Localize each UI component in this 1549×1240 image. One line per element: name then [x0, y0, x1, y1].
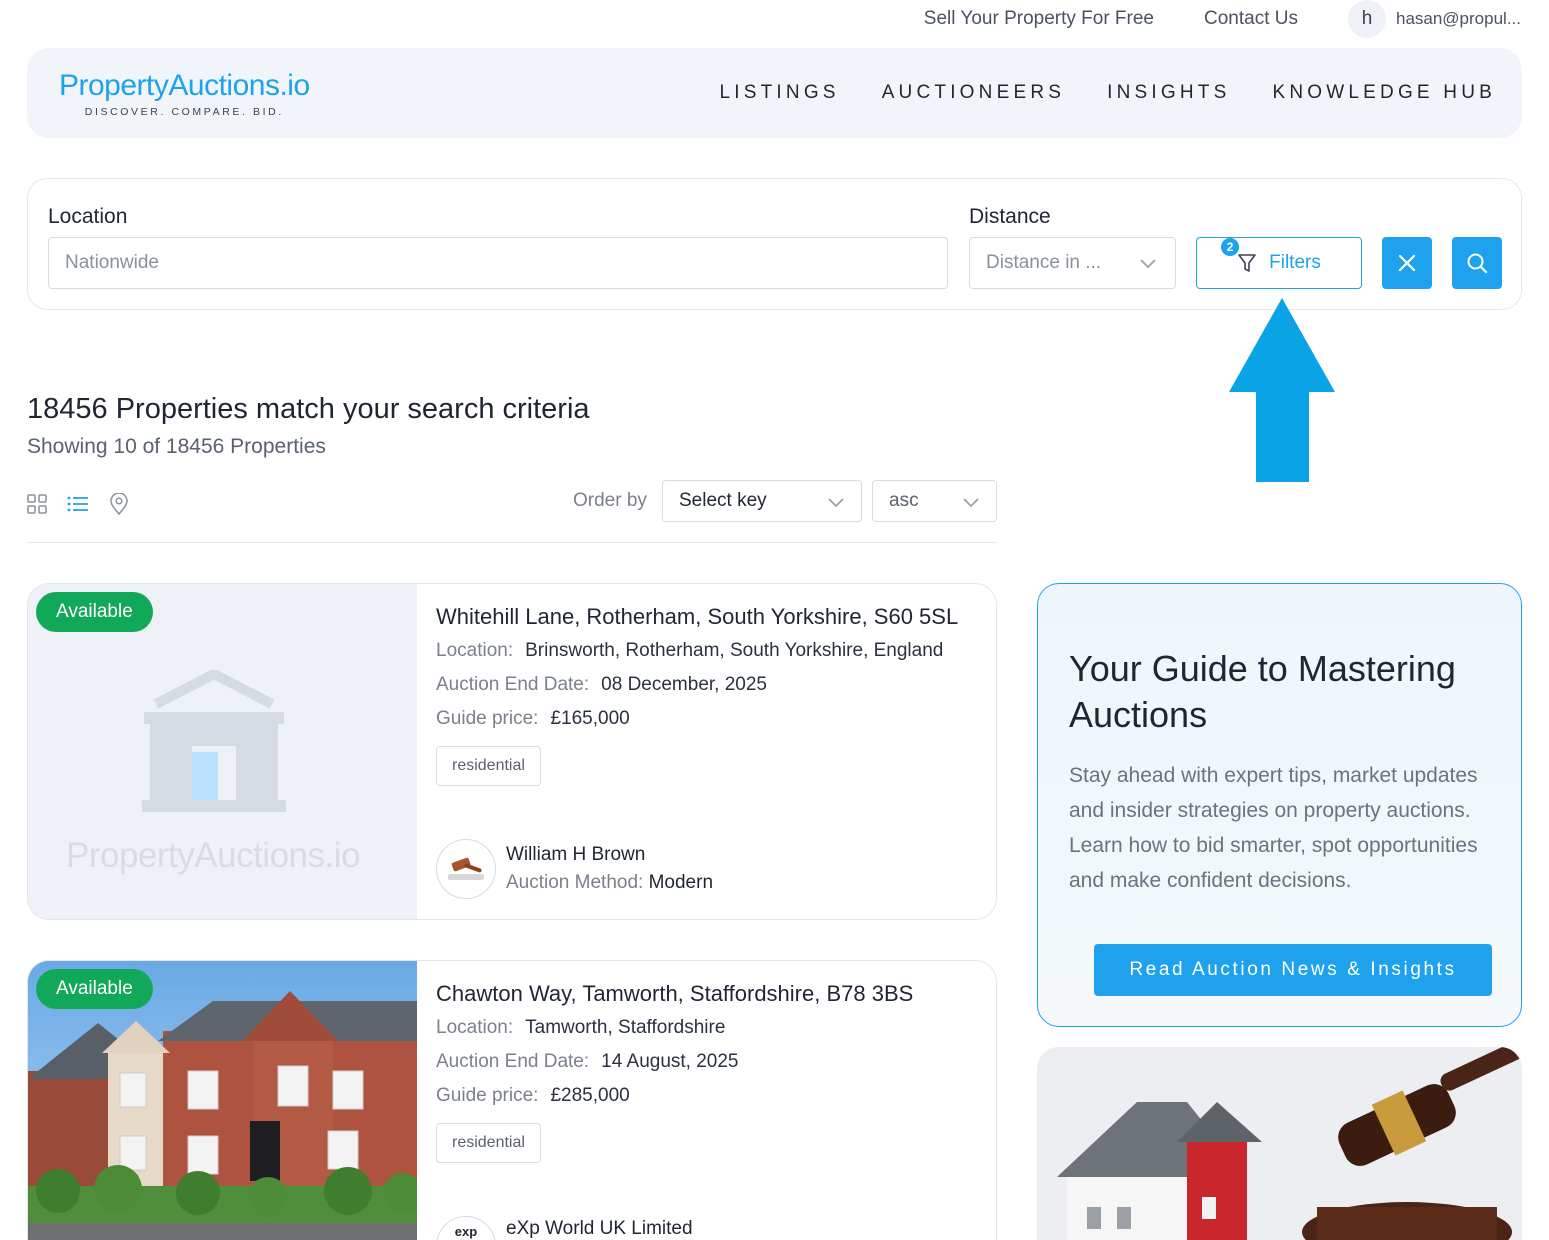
auctioneer-logo — [436, 839, 496, 899]
filters-button[interactable]: 2 Filters — [1196, 237, 1362, 289]
read-insights-button[interactable]: Read Auction News & Insights — [1094, 944, 1492, 996]
order-key-value: Select key — [679, 490, 767, 511]
main-nav: LISTINGS AUCTIONEERS INSIGHTS KNOWLEDGE … — [720, 82, 1497, 104]
filters-label: Filters — [1269, 252, 1321, 273]
map-view-icon[interactable] — [109, 493, 129, 515]
auctioneer-info[interactable]: exp eXp World UK Limited — [436, 1216, 693, 1240]
filter-icon: 2 — [1221, 238, 1257, 274]
grid-view-icon[interactable] — [27, 494, 47, 514]
location-input[interactable]: Nationwide — [48, 237, 948, 289]
order-direction-value: asc — [889, 490, 919, 511]
close-icon — [1398, 254, 1416, 272]
list-view-icon[interactable] — [67, 494, 89, 514]
divider — [27, 542, 997, 543]
order-direction-select[interactable]: asc — [872, 480, 997, 522]
results-title: 18456 Properties match your search crite… — [27, 393, 590, 425]
filters-count-badge: 2 — [1221, 238, 1240, 256]
guide-body: Stay ahead with expert tips, market upda… — [1069, 764, 1478, 892]
nav-listings[interactable]: LISTINGS — [720, 82, 840, 104]
listing-guide-price: Guide price: £285,000 — [436, 1085, 630, 1106]
location-label: Location — [48, 205, 128, 228]
site-logo[interactable]: PropertyAuctions.io DISCOVER. COMPARE. B… — [59, 69, 310, 118]
status-badge: Available — [36, 969, 153, 1009]
user-menu[interactable]: h hasan@propul... — [1347, 0, 1521, 38]
auctioneer-name: William H Brown — [506, 844, 646, 865]
listing-card[interactable]: Available Chawton Way, Tamworth, Staffor… — [27, 960, 997, 1240]
status-badge: Available — [36, 592, 153, 632]
user-email[interactable]: hasan@propul... — [1396, 9, 1521, 29]
listing-photo[interactable]: Available — [28, 961, 417, 1240]
listing-title[interactable]: Whitehill Lane, Rotherham, South Yorkshi… — [436, 604, 976, 630]
top-utility-bar: Sell Your Property For Free Contact Us h… — [924, 0, 1521, 38]
logo-text: PropertyAuctions.io — [59, 68, 310, 102]
sell-property-link[interactable]: Sell Your Property For Free — [924, 8, 1154, 30]
nav-insights[interactable]: INSIGHTS — [1107, 82, 1230, 104]
guide-title: Your Guide to Mastering Auctions — [1069, 648, 1456, 735]
nav-auctioneers[interactable]: AUCTIONEERS — [882, 82, 1065, 104]
listing-location: Location: Brinsworth, Rotherham, South Yo… — [436, 640, 944, 661]
location-placeholder: Nationwide — [65, 252, 159, 273]
gavel-icon — [448, 857, 484, 880]
listing-card[interactable]: PropertyAuctions.io Available Whitehill … — [27, 583, 997, 920]
order-key-select[interactable]: Select key — [662, 480, 862, 522]
auctioneer-logo: exp — [436, 1216, 496, 1240]
chevron-down-icon — [963, 498, 979, 508]
listing-info: Chawton Way, Tamworth, Staffordshire, B7… — [436, 981, 976, 1163]
search-button[interactable] — [1452, 237, 1502, 289]
distance-select[interactable]: Distance in ... — [969, 237, 1176, 289]
avatar[interactable]: h — [1347, 0, 1386, 38]
search-panel: Location Nationwide Distance Distance in… — [27, 178, 1522, 310]
property-type-tag: residential — [436, 746, 541, 786]
logo-tagline: DISCOVER. COMPARE. BID. — [84, 105, 284, 118]
results-subtitle: Showing 10 of 18456 Properties — [27, 435, 326, 458]
chevron-down-icon — [828, 498, 844, 508]
auctioneer-name: eXp World UK Limited — [506, 1218, 693, 1239]
gavel-house-promo-image[interactable] — [1037, 1047, 1522, 1240]
placeholder-watermark: PropertyAuctions.io — [66, 836, 360, 875]
listing-title[interactable]: Chawton Way, Tamworth, Staffordshire, B7… — [436, 981, 976, 1007]
house-gavel-image — [1037, 1047, 1522, 1240]
contact-us-link[interactable]: Contact Us — [1204, 8, 1298, 30]
search-icon — [1467, 253, 1488, 274]
site-header: PropertyAuctions.io DISCOVER. COMPARE. B… — [27, 48, 1522, 138]
chevron-down-icon — [1140, 259, 1156, 269]
nav-knowledge-hub[interactable]: KNOWLEDGE HUB — [1272, 82, 1496, 104]
auctioneer-info[interactable]: William H Brown Auction Method: Modern — [436, 839, 713, 899]
listing-info: Whitehill Lane, Rotherham, South Yorkshi… — [436, 604, 976, 786]
listing-placeholder-image[interactable]: PropertyAuctions.io Available — [28, 584, 417, 919]
building-placeholder-icon — [142, 670, 286, 812]
listing-end-date: Auction End Date: 14 August, 2025 — [436, 1051, 739, 1072]
annotation-arrow-up-icon — [1229, 298, 1335, 482]
clear-search-button[interactable] — [1382, 237, 1432, 289]
distance-placeholder: Distance in ... — [986, 252, 1102, 273]
auction-method: Auction Method: Modern — [506, 872, 714, 893]
view-toggle — [27, 493, 129, 515]
auctioneer-logo-text: exp — [454, 1223, 478, 1239]
listing-guide-price: Guide price: £165,000 — [436, 708, 630, 729]
listing-end-date: Auction End Date: 08 December, 2025 — [436, 674, 767, 695]
distance-label: Distance — [969, 205, 1051, 228]
guide-promo-card: Your Guide to Mastering Auctions Stay ah… — [1037, 583, 1522, 1027]
listing-location: Location: Tamworth, Staffordshire — [436, 1017, 726, 1038]
property-type-tag: residential — [436, 1123, 541, 1163]
order-by-label: Order by — [573, 490, 647, 511]
